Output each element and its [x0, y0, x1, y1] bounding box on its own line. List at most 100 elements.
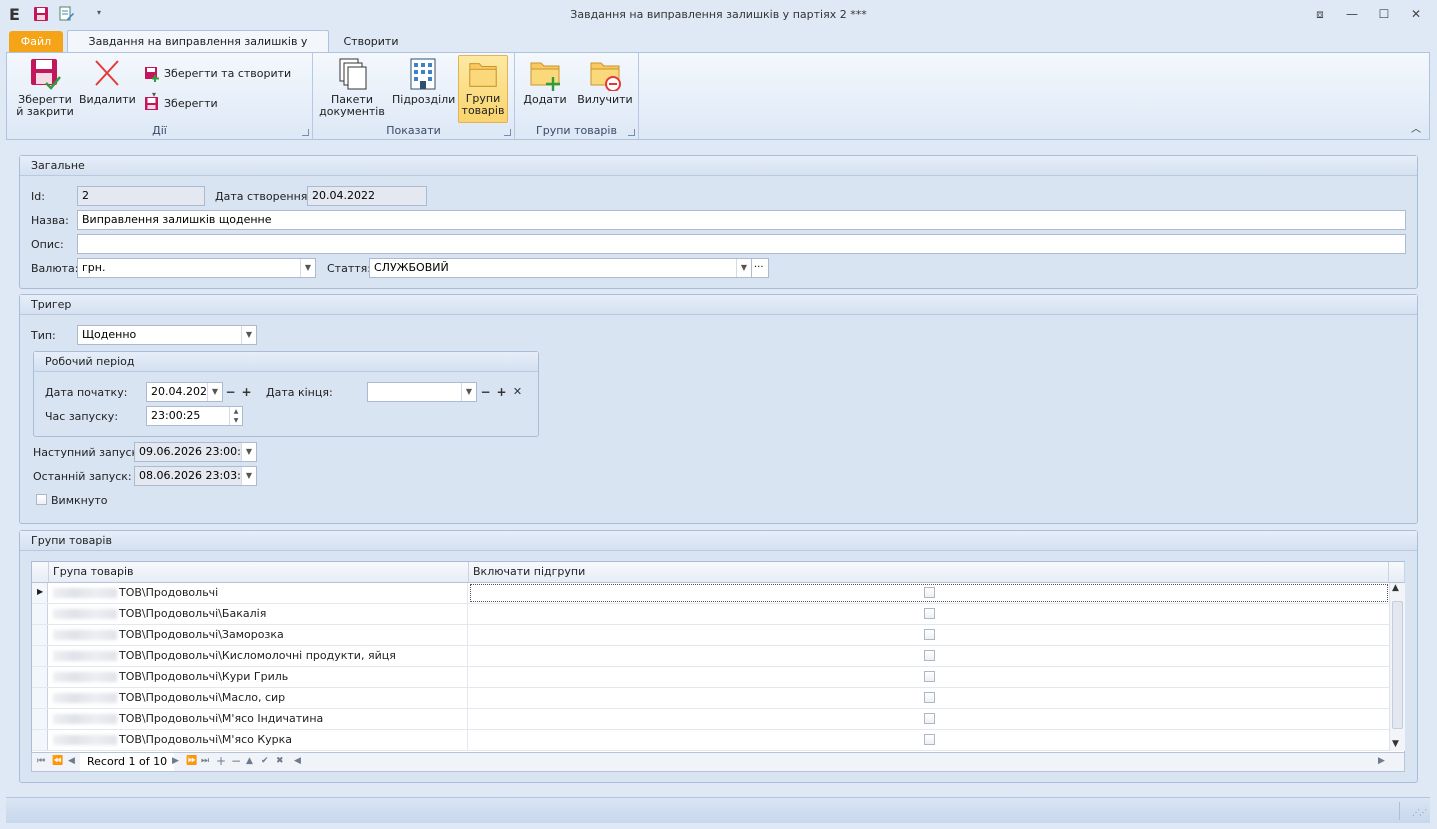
- table-row[interactable]: ТОВ\Продовольчі\Масло, сир: [32, 688, 1389, 709]
- collapse-ribbon-icon[interactable]: ︿: [1411, 120, 1421, 135]
- group-cell[interactable]: ТОВ\Продовольчі\М'ясо Курка: [49, 730, 468, 750]
- cancel-edit-icon[interactable]: ✖: [276, 756, 284, 766]
- include-subgroups-cell[interactable]: [469, 604, 1389, 624]
- group-cell[interactable]: ТОВ\Продовольчі\Бакалія: [49, 604, 468, 624]
- chevron-down-icon[interactable]: ▼: [461, 383, 476, 401]
- plus-icon[interactable]: +: [239, 383, 254, 401]
- row-indicator[interactable]: [32, 604, 48, 624]
- article-select[interactable]: СЛУЖБОВИЙ: [369, 258, 752, 278]
- save-button[interactable]: Зберегти: [144, 94, 264, 114]
- row-indicator[interactable]: [32, 709, 48, 729]
- include-subgroups-checkbox[interactable]: [924, 587, 935, 598]
- plus-icon[interactable]: +: [494, 383, 509, 401]
- include-subgroups-cell[interactable]: [469, 625, 1389, 645]
- next-record-icon[interactable]: ▶: [172, 756, 179, 766]
- last-record-icon[interactable]: ⏭: [201, 756, 209, 766]
- row-indicator[interactable]: ▶: [32, 583, 48, 603]
- chevron-down-icon[interactable]: ▼: [241, 443, 256, 461]
- packages-button[interactable]: Пакети документів: [319, 57, 385, 118]
- include-subgroups-cell[interactable]: [469, 667, 1389, 687]
- minimize-button[interactable]: —: [1341, 6, 1363, 22]
- include-subgroups-checkbox[interactable]: [924, 692, 935, 703]
- next-run-field[interactable]: 09.06.2026 23:00:25: [134, 442, 257, 462]
- product-groups-button[interactable]: Групи товарів: [458, 55, 508, 123]
- table-row[interactable]: ТОВ\Продовольчі\Бакалія: [32, 604, 1389, 625]
- include-subgroups-cell[interactable]: [469, 730, 1389, 750]
- time-spin-icon[interactable]: ▲ ▼: [229, 407, 242, 425]
- tab-create[interactable]: Створити: [334, 31, 408, 52]
- next-page-icon[interactable]: ⏩: [186, 756, 197, 766]
- row-indicator[interactable]: [32, 730, 48, 750]
- include-subgroups-checkbox[interactable]: [924, 608, 935, 619]
- table-row[interactable]: ▶ ТОВ\Продовольчі: [32, 583, 1389, 604]
- table-row[interactable]: ТОВ\Продовольчі\Кури Гриль: [32, 667, 1389, 688]
- table-row[interactable]: ТОВ\Продовольчі\М'ясо Індичатина: [32, 709, 1389, 730]
- first-record-icon[interactable]: ⏮: [37, 756, 45, 766]
- column-header-group[interactable]: Група товарів: [49, 562, 469, 583]
- delete-record-icon[interactable]: −: [231, 754, 241, 768]
- description-input[interactable]: [77, 234, 1406, 254]
- prev-page-icon[interactable]: ⏪: [52, 756, 63, 766]
- group-cell[interactable]: ТОВ\Продовольчі: [49, 583, 468, 603]
- ellipsis-button[interactable]: ···: [751, 258, 769, 278]
- tab-task[interactable]: Завдання на виправлення залишків у парті…: [67, 30, 329, 70]
- include-subgroups-checkbox[interactable]: [924, 671, 935, 682]
- clear-icon[interactable]: ✕: [510, 383, 525, 401]
- exclude-button[interactable]: Вилучити: [575, 57, 635, 106]
- add-button[interactable]: Додати: [521, 57, 569, 106]
- dialog-launcher-icon[interactable]: [302, 129, 309, 136]
- apply-edit-icon[interactable]: ✔: [261, 756, 269, 766]
- row-indicator[interactable]: [32, 646, 48, 666]
- row-indicator[interactable]: [32, 688, 48, 708]
- include-subgroups-checkbox[interactable]: [924, 734, 935, 745]
- include-subgroups-cell[interactable]: [469, 583, 1389, 603]
- chevron-down-icon[interactable]: ▼: [241, 467, 256, 485]
- include-subgroups-checkbox[interactable]: [924, 629, 935, 640]
- scroll-down-icon[interactable]: ▼: [1392, 739, 1399, 749]
- close-button[interactable]: ✕: [1405, 6, 1427, 22]
- chevron-down-icon[interactable]: ▼: [300, 259, 315, 277]
- include-subgroups-checkbox[interactable]: [924, 713, 935, 724]
- row-indicator[interactable]: [32, 667, 48, 687]
- name-input[interactable]: Виправлення залишків щоденне: [77, 210, 1406, 230]
- include-subgroups-checkbox[interactable]: [924, 650, 935, 661]
- scroll-left-icon[interactable]: ◀: [294, 756, 301, 766]
- id-field[interactable]: 2: [77, 186, 205, 206]
- table-row[interactable]: ТОВ\Продовольчі\М'ясо Курка: [32, 730, 1389, 751]
- last-run-field[interactable]: 08.06.2026 23:03:18: [134, 466, 257, 486]
- minus-icon[interactable]: −: [223, 383, 238, 401]
- table-row[interactable]: ТОВ\Продовольчі\Заморозка: [32, 625, 1389, 646]
- group-cell[interactable]: ТОВ\Продовольчі\Заморозка: [49, 625, 468, 645]
- chevron-down-icon[interactable]: ▼: [207, 383, 222, 401]
- add-record-icon[interactable]: +: [216, 754, 226, 768]
- edit-record-icon[interactable]: ▲: [246, 756, 253, 766]
- scroll-thumb[interactable]: [1392, 601, 1403, 729]
- group-cell[interactable]: ТОВ\Продовольчі\Кури Гриль: [49, 667, 468, 687]
- save-create-button[interactable]: Зберегти та створити ▾: [144, 64, 304, 99]
- group-cell[interactable]: ТОВ\Продовольчі\Масло, сир: [49, 688, 468, 708]
- vertical-scrollbar[interactable]: ▲ ▼: [1389, 583, 1405, 751]
- tab-file[interactable]: Файл: [9, 31, 63, 52]
- dialog-launcher-icon[interactable]: [504, 129, 511, 136]
- prev-record-icon[interactable]: ◀: [68, 756, 75, 766]
- scroll-up-icon[interactable]: ▲: [1392, 583, 1399, 593]
- created-date-field[interactable]: 20.04.2022: [307, 186, 427, 206]
- save-close-button[interactable]: Зберегти й закрити: [13, 57, 77, 118]
- row-indicator[interactable]: [32, 625, 48, 645]
- column-header-include[interactable]: Включати підгрупи: [469, 562, 1389, 583]
- group-cell[interactable]: ТОВ\Продовольчі\Кисломолочні продукти, я…: [49, 646, 468, 666]
- restore-layout-icon[interactable]: ⧈: [1309, 6, 1331, 22]
- currency-select[interactable]: грн.: [77, 258, 316, 278]
- include-subgroups-cell[interactable]: [469, 709, 1389, 729]
- table-row[interactable]: ТОВ\Продовольчі\Кисломолочні продукти, я…: [32, 646, 1389, 667]
- scroll-right-icon[interactable]: ▶: [1378, 756, 1385, 766]
- chevron-down-icon[interactable]: ▼: [241, 326, 256, 344]
- type-select[interactable]: Щоденно: [77, 325, 257, 345]
- resize-grip-icon[interactable]: ⋰⋰: [1412, 808, 1427, 817]
- include-subgroups-cell[interactable]: [469, 688, 1389, 708]
- disabled-checkbox[interactable]: [36, 494, 47, 505]
- maximize-button[interactable]: ☐: [1373, 6, 1395, 22]
- chevron-down-icon[interactable]: ▼: [736, 259, 751, 277]
- dialog-launcher-icon[interactable]: [628, 129, 635, 136]
- delete-button[interactable]: Видалити: [79, 57, 136, 106]
